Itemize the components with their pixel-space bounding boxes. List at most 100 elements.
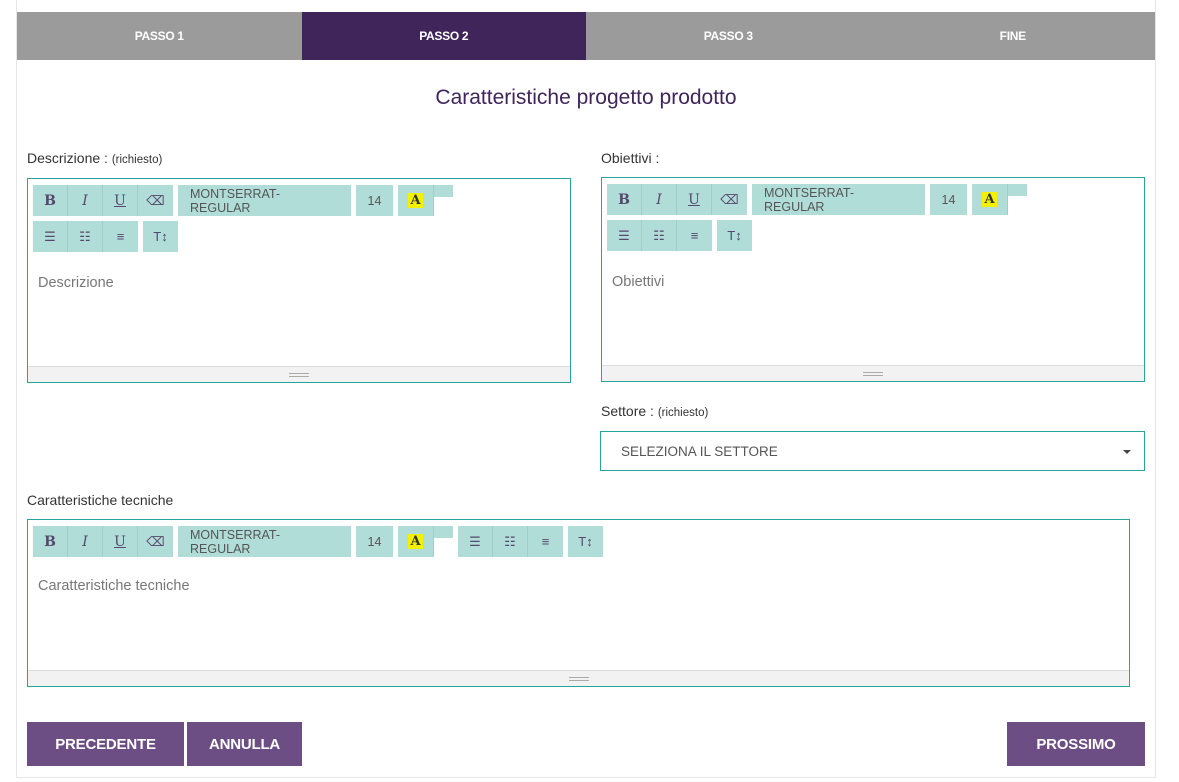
step-3[interactable]: PASSO 3 [586, 12, 871, 60]
caret-down-icon [1123, 450, 1131, 454]
tecniche-toolbar: B I U ⌫ MONTSERRAT-REGULAR 14 A ☰ ☷ ≡ T↕ [33, 526, 608, 557]
ordered-list-button[interactable]: ☷ [493, 526, 528, 557]
next-button[interactable]: PROSSIMO [1007, 722, 1145, 766]
obiettivi-label: Obiettivi : [601, 150, 659, 166]
step-fine[interactable]: FINE [870, 12, 1155, 60]
settore-label-text: Settore : [601, 403, 654, 419]
underline-icon: U [688, 191, 700, 208]
unordered-list-button[interactable]: ☰ [607, 220, 642, 251]
obiettivi-label-text: Obiettivi : [601, 150, 660, 166]
underline-button[interactable]: U [103, 185, 138, 216]
step-2[interactable]: PASSO 2 [301, 12, 586, 60]
line-height-button[interactable]: T↕ [717, 220, 752, 251]
descrizione-label: Descrizione : (richiesto) [27, 150, 162, 166]
descrizione-textarea[interactable]: Descrizione [38, 275, 114, 291]
bold-icon: B [44, 192, 56, 209]
align-button[interactable]: ≡ [103, 221, 138, 252]
bold-button[interactable]: B [33, 185, 68, 216]
tecniche-editor[interactable]: B I U ⌫ MONTSERRAT-REGULAR 14 A ☰ ☷ ≡ T↕… [27, 519, 1130, 687]
italic-button[interactable]: I [68, 526, 103, 557]
format-group: B I U ⌫ [33, 185, 173, 216]
ordered-list-icon: ☷ [653, 227, 665, 243]
italic-icon: I [656, 191, 662, 208]
descrizione-resize-handle[interactable] [28, 366, 570, 382]
unordered-list-icon: ☰ [469, 533, 481, 549]
obiettivi-resize-handle[interactable] [602, 365, 1144, 381]
font-size-dropdown[interactable]: 14 [356, 526, 393, 557]
obiettivi-textarea[interactable]: Obiettivi [612, 274, 664, 290]
line-height-icon: T↕ [578, 534, 593, 549]
font-color-icon: A [982, 192, 997, 207]
align-icon: ≡ [541, 534, 550, 549]
grip-icon [863, 371, 883, 376]
font-size-dropdown[interactable]: 14 [356, 185, 393, 216]
eraser-button[interactable]: ⌫ [138, 526, 173, 557]
font-color-dropdown[interactable] [434, 185, 453, 197]
italic-button[interactable]: I [68, 185, 103, 216]
tecniche-textarea[interactable]: Caratteristiche tecniche [38, 578, 190, 594]
previous-button[interactable]: PRECEDENTE [27, 722, 184, 766]
ordered-list-icon: ☷ [79, 228, 91, 244]
align-icon: ≡ [116, 229, 125, 244]
align-button[interactable]: ≡ [677, 220, 712, 251]
descrizione-toolbar-row2: ☰ ☷ ≡ T↕ [33, 221, 183, 252]
unordered-list-icon: ☰ [618, 227, 630, 243]
settore-selected-value: SELEZIONA IL SETTORE [621, 443, 778, 459]
ordered-list-button[interactable]: ☷ [68, 221, 103, 252]
line-height-button[interactable]: T↕ [143, 221, 178, 252]
font-color-icon: A [408, 193, 423, 208]
unordered-list-button[interactable]: ☰ [33, 221, 68, 252]
eraser-button[interactable]: ⌫ [712, 184, 747, 215]
bold-button[interactable]: B [33, 526, 68, 557]
align-icon: ≡ [690, 228, 699, 243]
font-family-dropdown[interactable]: MONTSERRAT-REGULAR [178, 526, 351, 557]
font-color-dropdown[interactable] [1008, 184, 1027, 196]
bold-icon: B [618, 191, 630, 208]
unordered-list-icon: ☰ [44, 228, 56, 244]
grip-icon [568, 676, 589, 681]
step-1[interactable]: PASSO 1 [17, 12, 302, 60]
descrizione-label-text: Descrizione : [27, 150, 108, 166]
cancel-button[interactable]: ANNULLA [187, 722, 302, 766]
descrizione-editor[interactable]: B I U ⌫ MONTSERRAT-REGULAR 14 A ☰ ☷ ≡ T↕… [27, 178, 571, 383]
ordered-list-button[interactable]: ☷ [642, 220, 677, 251]
obiettivi-editor[interactable]: B I U ⌫ MONTSERRAT-REGULAR 14 A ☰ ☷ ≡ T↕… [601, 177, 1145, 382]
font-color-button[interactable]: A [398, 526, 434, 557]
tecniche-label-text: Caratteristiche tecniche [27, 492, 174, 508]
italic-icon: I [82, 192, 88, 209]
font-color-button[interactable]: A [398, 185, 434, 216]
font-color-button[interactable]: A [972, 184, 1008, 215]
eraser-icon: ⌫ [146, 192, 165, 208]
line-height-icon: T↕ [153, 229, 168, 244]
grip-icon [289, 372, 309, 377]
font-color-icon: A [408, 534, 423, 549]
settore-select[interactable]: SELEZIONA IL SETTORE [600, 431, 1145, 471]
line-height-icon: T↕ [727, 228, 742, 243]
font-family-dropdown[interactable]: MONTSERRAT-REGULAR [178, 185, 351, 216]
ordered-list-icon: ☷ [504, 533, 516, 549]
bold-button[interactable]: B [607, 184, 642, 215]
eraser-button[interactable]: ⌫ [138, 185, 173, 216]
font-color-dropdown[interactable] [434, 526, 453, 538]
page-title: Caratteristiche progetto prodotto [435, 86, 737, 109]
tecniche-resize-handle[interactable] [28, 670, 1129, 686]
tecniche-label: Caratteristiche tecniche [27, 492, 173, 508]
unordered-list-button[interactable]: ☰ [458, 526, 493, 557]
obiettivi-toolbar-row2: ☰ ☷ ≡ T↕ [607, 220, 757, 251]
eraser-icon: ⌫ [720, 191, 739, 207]
underline-icon: U [114, 533, 126, 550]
align-button[interactable]: ≡ [528, 526, 563, 557]
descrizione-toolbar-row1: B I U ⌫ MONTSERRAT-REGULAR 14 A [33, 185, 453, 216]
underline-button[interactable]: U [677, 184, 712, 215]
italic-button[interactable]: I [642, 184, 677, 215]
font-family-dropdown[interactable]: MONTSERRAT-REGULAR [752, 184, 925, 215]
wizard-steps: PASSO 1 PASSO 2 PASSO 3 FINE [17, 12, 1155, 60]
underline-button[interactable]: U [103, 526, 138, 557]
settore-required: (richiesto) [657, 407, 709, 419]
obiettivi-toolbar-row1: B I U ⌫ MONTSERRAT-REGULAR 14 A [607, 184, 1027, 215]
descrizione-required: (richiesto) [111, 154, 163, 166]
font-size-dropdown[interactable]: 14 [930, 184, 967, 215]
bold-icon: B [44, 533, 56, 550]
italic-icon: I [82, 533, 88, 550]
line-height-button[interactable]: T↕ [568, 526, 603, 557]
